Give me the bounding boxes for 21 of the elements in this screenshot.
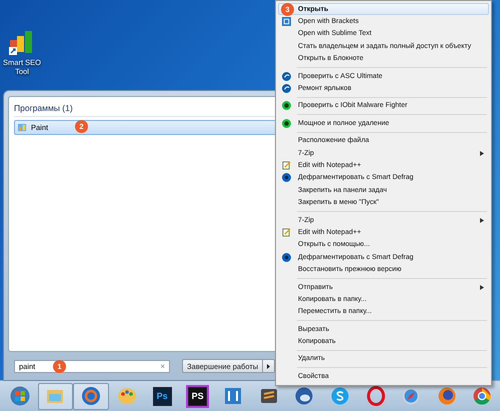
notepad-icon <box>282 228 291 237</box>
photoshop-logo[interactable]: Ps <box>152 386 172 406</box>
notepad-icon <box>282 160 291 170</box>
compass-icon[interactable] <box>401 386 422 406</box>
disc-icon <box>282 173 291 182</box>
clear-button[interactable]: × <box>160 362 165 370</box>
palette-icon[interactable] <box>116 386 137 406</box>
swoosh-circle-icon <box>282 72 291 81</box>
chrome-icon[interactable] <box>472 386 492 406</box>
opera-icon[interactable] <box>366 386 386 406</box>
arrow-right-icon <box>267 364 270 368</box>
disc-icon <box>282 252 291 262</box>
phpstorm-logo[interactable]: PS <box>188 386 208 406</box>
circle-c-icon[interactable] <box>80 386 101 406</box>
sublime-icon[interactable] <box>258 386 279 406</box>
shutdown-options-button[interactable] <box>263 359 276 373</box>
start-orb-icon[interactable] <box>10 386 30 406</box>
swoosh-circle-icon <box>282 84 291 94</box>
skype-icon[interactable] <box>330 386 350 406</box>
palette-icon <box>18 123 27 132</box>
firefox-icon[interactable] <box>436 386 457 406</box>
